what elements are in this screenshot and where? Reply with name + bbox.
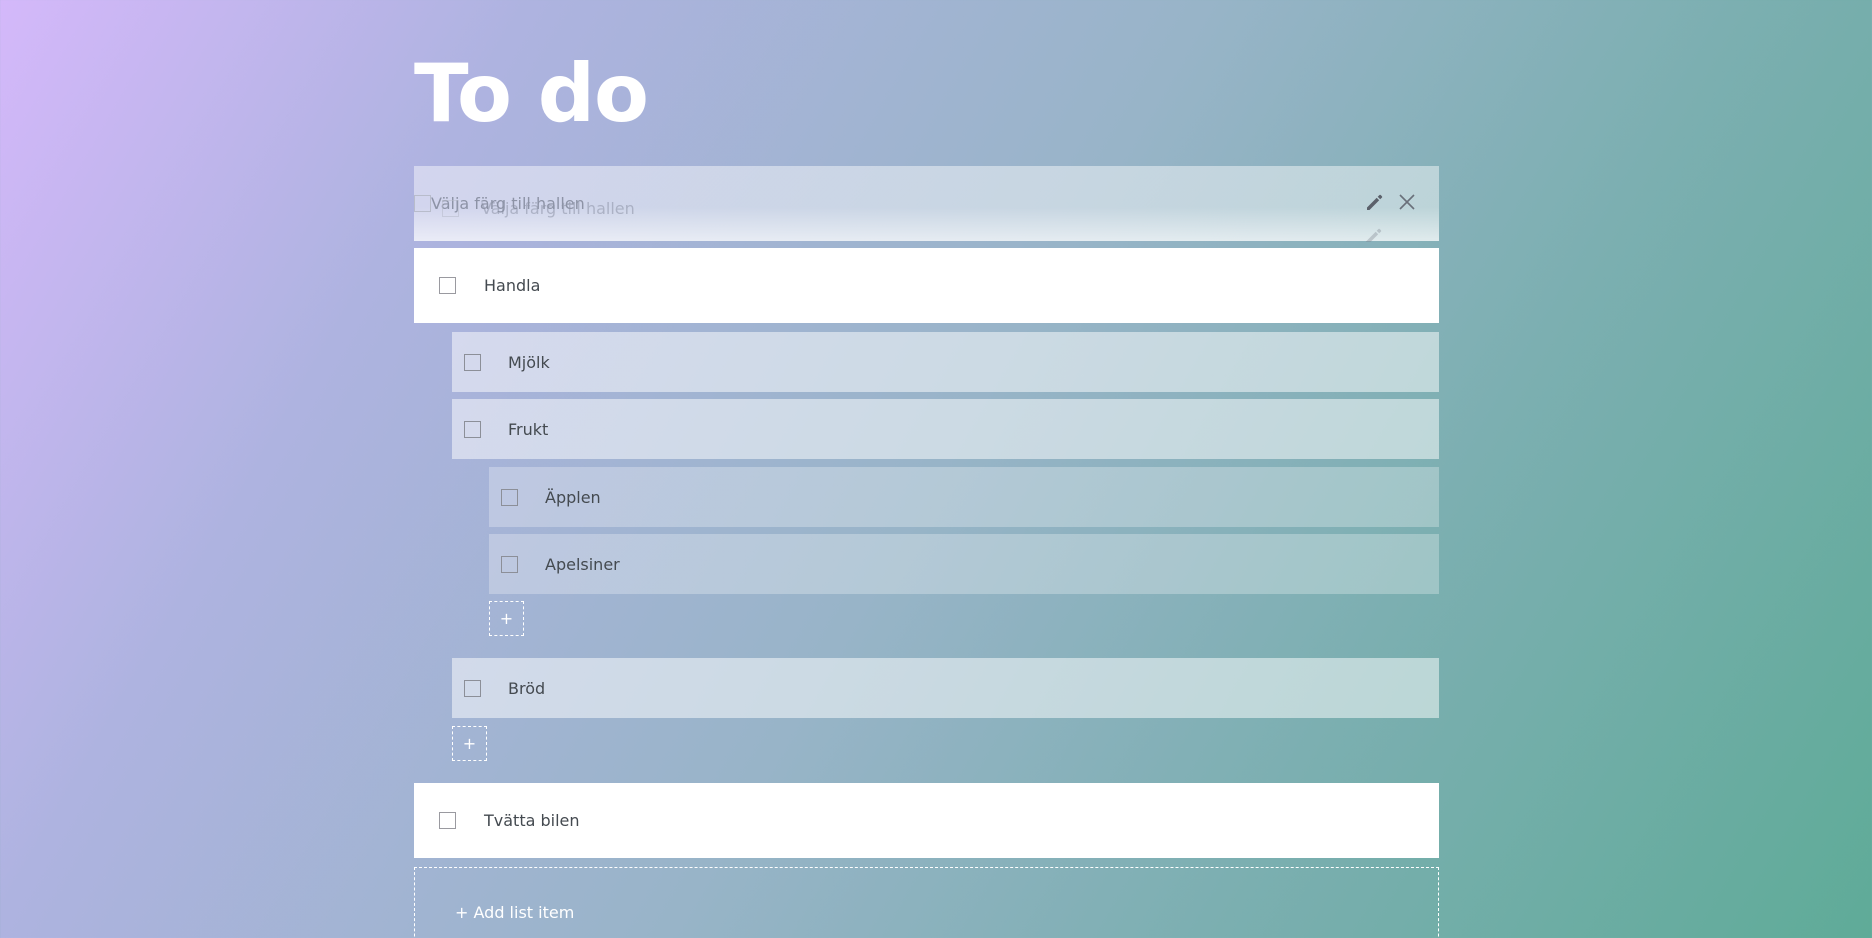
dragging-list-item[interactable]: Välja färg till hallen Välja färg till h… [414, 166, 1439, 242]
sub-sub-list-item[interactable]: Äpplen [489, 467, 1439, 527]
sub-list-item[interactable]: Frukt [452, 399, 1439, 459]
add-sub-item-button[interactable]: + [452, 726, 487, 761]
checkbox[interactable] [464, 679, 481, 697]
item-label: Bröd [508, 678, 546, 698]
page-title: To do [414, 47, 649, 140]
checkbox[interactable] [464, 420, 481, 438]
sub-sub-list-item[interactable]: Apelsiner [489, 534, 1439, 594]
list-item[interactable]: Tvätta bilen [414, 783, 1439, 858]
item-label: Mjölk [508, 352, 550, 372]
checkbox[interactable] [464, 353, 481, 371]
sub-list-item[interactable]: Mjölk [452, 332, 1439, 392]
list-item[interactable]: Handla [414, 248, 1439, 323]
item-label: Äpplen [545, 487, 601, 507]
checkbox[interactable] [439, 277, 456, 294]
pencil-icon[interactable] [1365, 192, 1385, 212]
item-label: Frukt [508, 419, 549, 439]
item-actions [1365, 192, 1417, 212]
checkbox[interactable] [501, 488, 518, 506]
item-label: Handla [484, 276, 541, 295]
sub-list-item[interactable]: Bröd [452, 658, 1439, 718]
checkbox[interactable] [501, 555, 518, 573]
ghost-pencil-icon [1364, 226, 1384, 242]
add-list-item-button[interactable]: + Add list item [414, 867, 1439, 938]
checkbox[interactable] [414, 195, 431, 212]
ghost-checkbox [442, 200, 459, 217]
add-sub-item-button[interactable]: + [489, 601, 524, 636]
checkbox[interactable] [439, 812, 456, 829]
drag-ghost: Välja färg till hallen [442, 199, 635, 218]
ghost-label: Välja färg till hallen [481, 199, 635, 218]
item-label: Tvätta bilen [484, 811, 580, 830]
close-icon[interactable] [1397, 192, 1417, 212]
item-label: Apelsiner [545, 554, 620, 574]
